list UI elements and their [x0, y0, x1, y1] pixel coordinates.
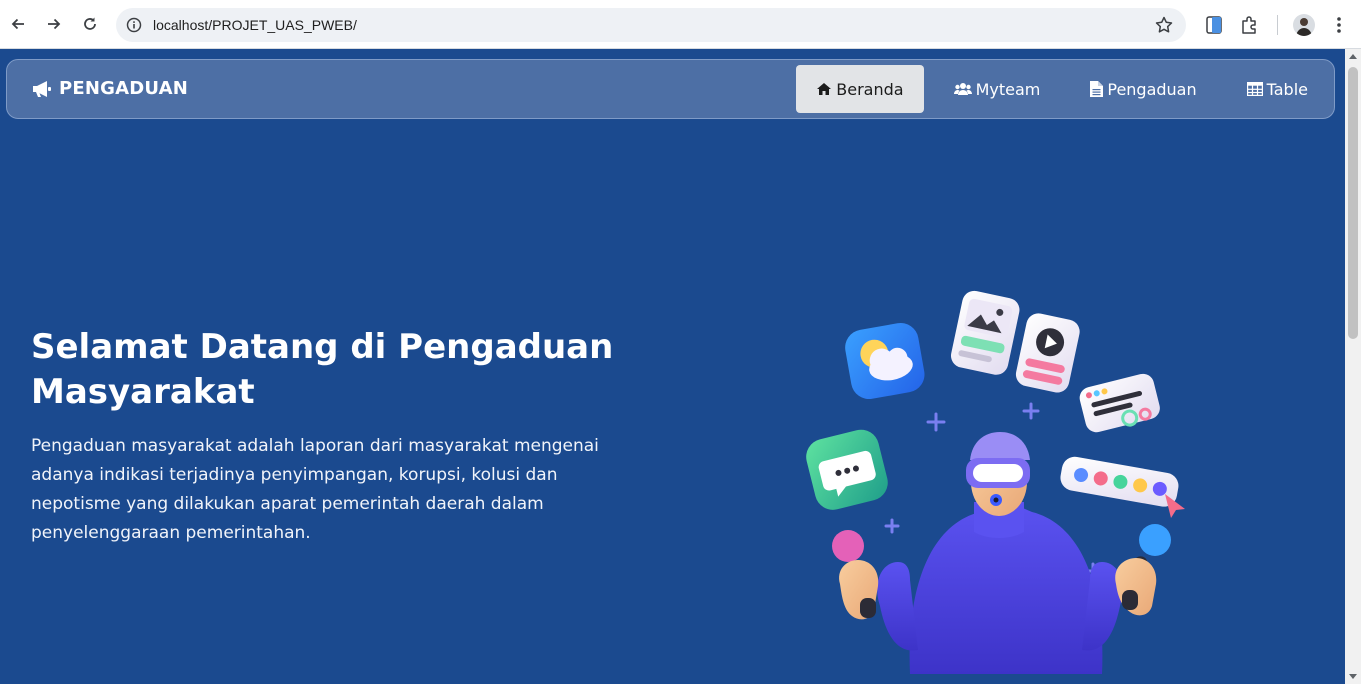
bookmark-star-icon[interactable]: [1154, 15, 1174, 35]
hero-title: Selamat Datang di Pengaduan Masyarakat: [31, 327, 614, 412]
nav-item-pengaduan[interactable]: Pengaduan: [1070, 65, 1216, 113]
navbar: PENGADUAN Beranda Myteam Pengaduan Table: [6, 59, 1335, 119]
reading-mode-icon[interactable]: [1203, 14, 1225, 36]
forward-icon[interactable]: [43, 13, 65, 35]
megaphone-icon: [33, 80, 51, 97]
extensions-icon[interactable]: [1239, 14, 1261, 36]
scroll-up-arrow-icon[interactable]: [1349, 54, 1357, 59]
nav-item-myteam[interactable]: Myteam: [934, 65, 1061, 113]
scroll-thumb[interactable]: [1348, 67, 1358, 339]
more-menu-icon[interactable]: [1334, 14, 1344, 36]
back-icon[interactable]: [7, 13, 29, 35]
scroll-down-arrow-icon[interactable]: [1349, 674, 1357, 679]
nav-menu: Beranda Myteam Pengaduan Table: [796, 65, 1334, 113]
nav-item-label: Pengaduan: [1107, 79, 1197, 99]
url-text[interactable]: localhost/PROJET_UAS_PWEB/: [153, 17, 357, 33]
nav-item-label: Beranda: [836, 79, 904, 99]
home-icon: [817, 83, 832, 95]
nav-item-label: Table: [1266, 79, 1308, 99]
profile-avatar[interactable]: [1293, 14, 1315, 36]
vr-person-illustration: [806, 290, 1185, 674]
table-icon: [1246, 82, 1263, 96]
scrollbar[interactable]: [1345, 49, 1361, 684]
nav-item-table[interactable]: Table: [1227, 65, 1328, 113]
file-icon: [1090, 81, 1104, 97]
hero-description: Pengaduan masyarakat adalah laporan dari…: [31, 436, 599, 543]
site-info-icon[interactable]: [126, 17, 142, 33]
reload-icon[interactable]: [79, 13, 101, 35]
users-icon: [953, 83, 972, 95]
browser-toolbar: localhost/PROJET_UAS_PWEB/: [0, 0, 1361, 49]
brand[interactable]: PENGADUAN: [31, 78, 188, 99]
address-bar[interactable]: localhost/PROJET_UAS_PWEB/: [116, 8, 1186, 42]
page-content: PENGADUAN Beranda Myteam Pengaduan Table…: [0, 49, 1345, 684]
nav-item-beranda[interactable]: Beranda: [796, 65, 924, 113]
brand-label: PENGADUAN: [59, 78, 189, 99]
toolbar-divider: [1277, 15, 1278, 35]
nav-item-label: Myteam: [975, 79, 1041, 99]
